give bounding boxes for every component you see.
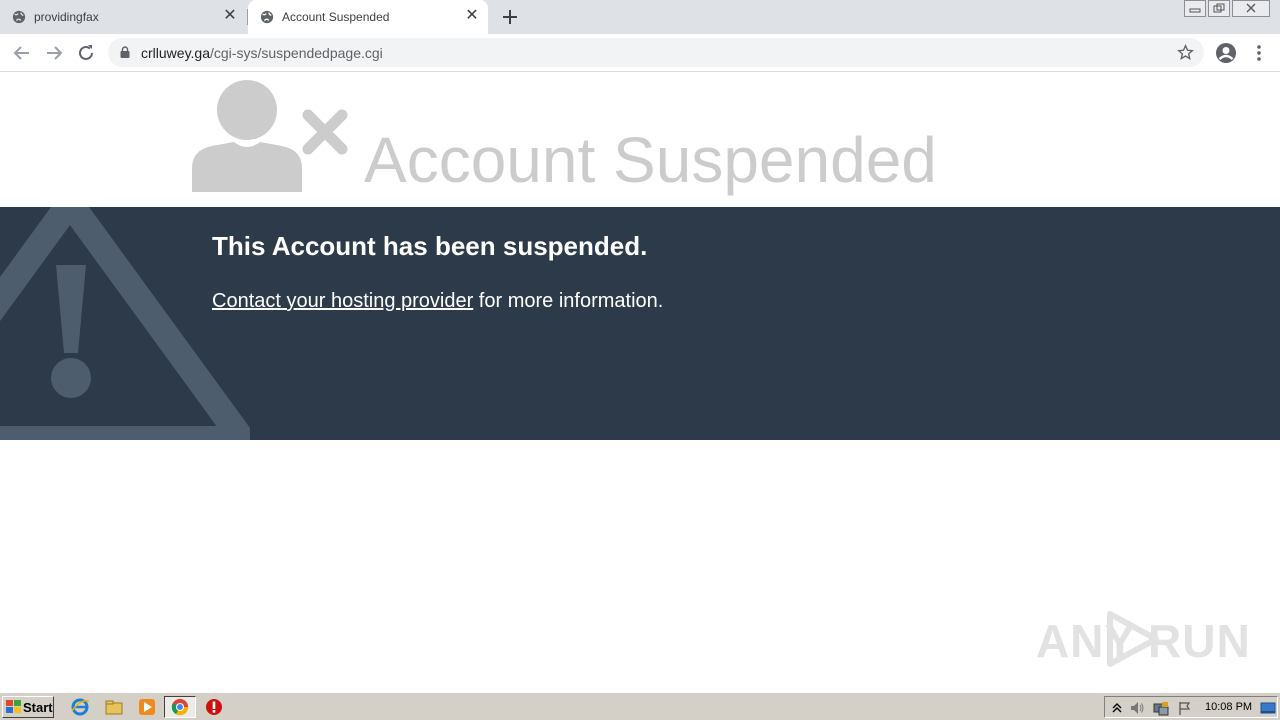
more-menu-icon[interactable] [1250,42,1268,64]
url-domain: crlluwey.ga [141,45,210,61]
anyrun-watermark: ANY RUN [1036,608,1250,672]
action-center-flag-icon[interactable] [1177,700,1193,716]
chrome-taskbar-button[interactable] [164,696,196,718]
back-arrow-icon[interactable] [11,42,33,64]
network-icon[interactable] [1153,700,1169,716]
chevron-up-icon[interactable] [1109,700,1125,716]
page-content: Account Suspended This Account has been … [0,72,1280,692]
browser-toolbar: crlluwey.ga/cgi-sys/suspendedpage.cgi [0,34,1280,72]
close-icon[interactable]: ✕ [222,8,238,24]
watermark-text-right: RUN [1148,615,1251,667]
address-bar[interactable]: crlluwey.ga/cgi-sys/suspendedpage.cgi [108,38,1204,67]
close-icon [1246,3,1256,13]
suspension-banner: This Account has been suspended. Contact… [0,207,1280,440]
stop-icon[interactable] [204,697,224,717]
globe-icon [12,10,26,24]
url-text[interactable]: crlluwey.ga/cgi-sys/suspendedpage.cgi [141,45,383,61]
close-icon[interactable]: ✕ [464,8,480,24]
bookmark-star-icon[interactable] [1177,44,1194,61]
show-desktop-icon[interactable] [1260,700,1276,716]
ie-icon[interactable] [70,697,90,717]
new-tab-plus-icon[interactable] [500,7,520,27]
chrome-icon [171,698,189,716]
start-label: Start [23,699,53,715]
tab-title: Account Suspended [282,10,390,24]
restore-icon [1213,3,1225,13]
user-suspended-icon [192,80,348,192]
url-path: /cgi-sys/suspendedpage.cgi [210,45,383,61]
explorer-icon[interactable] [104,697,124,717]
reload-icon[interactable] [75,42,97,64]
minimize-icon [1189,8,1201,13]
windows-taskbar: Start 10:08 PM [0,692,1280,720]
taskbar-clock[interactable]: 10:08 PM [1205,701,1252,713]
contact-hosting-link[interactable]: Contact your hosting provider [212,290,473,312]
globe-icon [260,10,274,24]
minimize-button[interactable] [1184,0,1206,17]
media-player-icon[interactable] [137,697,157,717]
profile-avatar-icon[interactable] [1215,42,1237,64]
close-window-button[interactable] [1232,0,1270,17]
lock-icon[interactable] [120,46,130,58]
message-suffix: for more information. [473,290,664,312]
suspended-header: Account Suspended [0,72,1280,207]
suspension-heading: This Account has been suspended. [212,231,648,261]
restore-button[interactable] [1208,0,1230,17]
forward-arrow-icon[interactable] [43,42,65,64]
tab-providingfax[interactable]: providingfax ✕ [0,0,246,34]
tab-account-suspended[interactable]: Account Suspended ✕ [248,0,488,34]
tab-strip: providingfax ✕ Account Suspended ✕ [0,0,1280,34]
volume-icon[interactable] [1129,700,1145,716]
page-title: Account Suspended [364,124,937,196]
start-button[interactable]: Start [2,696,54,718]
tab-title: providingfax [34,10,99,24]
system-tray: 10:08 PM [1104,696,1278,718]
windows-logo-icon [6,700,21,713]
suspension-message: Contact your hosting provider for more i… [212,290,663,313]
